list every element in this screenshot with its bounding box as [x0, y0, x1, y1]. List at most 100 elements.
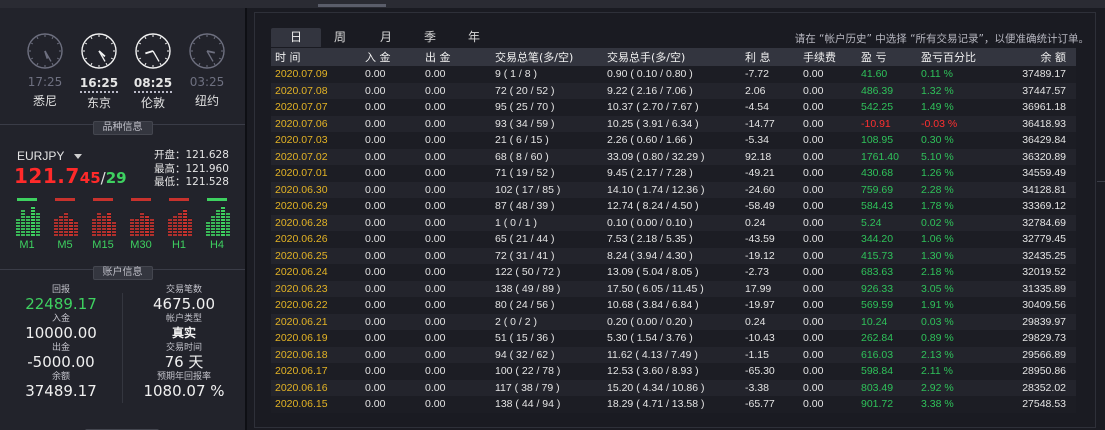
table-cell: 926.33: [857, 280, 917, 297]
table-cell: 12.53 ( 3.60 / 8.93 ): [603, 363, 741, 380]
table-cell: 0.00: [799, 363, 857, 380]
table-cell: 0.00: [421, 297, 491, 314]
top-strip-indicator: [318, 4, 386, 7]
table-cell: 1.06 %: [917, 231, 997, 248]
table-cell: 0.00: [799, 214, 857, 231]
table-cell: 0.00: [361, 66, 421, 83]
signal-marker: [131, 198, 151, 201]
timeframe-label: H4: [209, 239, 225, 251]
table-row[interactable]: 2020.07.06 0.00 0.00 93 ( 34 / 59 ) 10.25 ( …: [271, 115, 1076, 132]
history-table: 时 间入 金出 金交易总笔(多/空) 交易总手(多/空) 利 息手续费盈 亏盈亏百分…: [271, 48, 1076, 413]
table-cell: 2.18 %: [917, 264, 997, 281]
acct-annual-value: 1080.07 %: [143, 382, 225, 400]
table-cell: 2020.06.15: [271, 396, 361, 413]
column-header[interactable]: 交易总笔(多/空): [491, 48, 603, 66]
column-header[interactable]: 利 息: [741, 48, 799, 66]
table-row[interactable]: 2020.06.18 0.00 0.00 94 ( 32 / 62 ) 11.62 ( …: [271, 346, 1076, 363]
table-row[interactable]: 2020.06.29 0.00 0.00 87 ( 48 / 39 ) 12.74 ( …: [271, 198, 1076, 215]
table-cell: 2020.06.16: [271, 379, 361, 396]
table-cell: 0.00: [799, 198, 857, 215]
column-header[interactable]: 时 间: [271, 48, 361, 66]
high-price: 最高：121.960: [154, 162, 229, 175]
table-cell: 569.59: [857, 297, 917, 314]
symbol-selector[interactable]: EURJPY: [17, 149, 83, 163]
table-cell: 3.38 %: [917, 396, 997, 413]
table-row[interactable]: 2020.06.19 0.00 0.00 51 ( 15 / 36 ) 5.30 ( 1…: [271, 330, 1076, 347]
table-cell: 0.00: [361, 231, 421, 248]
table-cell: 0.00: [799, 181, 857, 198]
table-cell: 0.00: [361, 148, 421, 165]
table-cell: 0.00: [421, 313, 491, 330]
table-row[interactable]: 2020.07.01 0.00 0.00 71 ( 19 / 52 ) 9.45 ( 2…: [271, 165, 1076, 182]
table-cell: 0.89 %: [917, 330, 997, 347]
table-row[interactable]: 2020.06.16 0.00 0.00 117 ( 38 / 79 ) 15.20 (…: [271, 379, 1076, 396]
table-cell: 1.78 %: [917, 198, 997, 215]
signal-bar: [173, 216, 177, 236]
tab-4[interactable]: 年: [455, 28, 493, 47]
timeframe-m15[interactable]: M15: [88, 196, 118, 252]
table-cell: 0.00: [361, 99, 421, 116]
price-main: 121.7: [14, 164, 80, 188]
table-cell: 29839.97: [997, 313, 1076, 330]
signal-bars: [14, 196, 40, 236]
table-row[interactable]: 2020.07.07 0.00 0.00 95 ( 25 / 70 ) 10.37 ( …: [271, 99, 1076, 116]
table-row[interactable]: 2020.06.15 0.00 0.00 138 ( 44 / 94 ) 18.29 (…: [271, 396, 1076, 413]
table-cell: 0.00: [421, 231, 491, 248]
table-row[interactable]: 2020.06.17 0.00 0.00 100 ( 22 / 78 ) 12.53 (…: [271, 363, 1076, 380]
timeframe-h1[interactable]: H1: [164, 196, 194, 252]
table-row[interactable]: 2020.06.22 0.00 0.00 80 ( 24 / 56 ) 10.68 ( …: [271, 297, 1076, 314]
table-row[interactable]: 2020.07.09 0.00 0.00 9 ( 1 / 8 ) 0.90 ( 0.10…: [271, 66, 1076, 83]
table-cell: 33369.12: [997, 198, 1076, 215]
column-header[interactable]: 盈亏百分比: [917, 48, 997, 66]
timeframe-m1[interactable]: M1: [12, 196, 42, 252]
table-cell: 1 ( 0 / 1 ): [491, 214, 603, 231]
table-cell: 95 ( 25 / 70 ): [491, 99, 603, 116]
table-row[interactable]: 2020.06.28 0.00 0.00 1 ( 0 / 1 ) 0.10 ( 0.00…: [271, 214, 1076, 231]
column-header[interactable]: 出 金: [421, 48, 491, 66]
acct-type-value: 真实: [171, 326, 196, 340]
tab-1[interactable]: 周: [321, 28, 359, 47]
signal-bar: [36, 212, 40, 236]
signal-bar: [150, 219, 154, 236]
table-row[interactable]: 2020.06.21 0.00 0.00 2 ( 0 / 2 ) 0.20 ( 0.00…: [271, 313, 1076, 330]
timeframe-m5[interactable]: M5: [50, 196, 80, 252]
table-cell: 13.09 ( 5.04 / 8.05 ): [603, 264, 741, 281]
tab-3[interactable]: 季: [411, 28, 449, 47]
table-cell: 683.63: [857, 264, 917, 281]
chevron-down-icon[interactable]: [74, 154, 83, 160]
signal-bar: [211, 215, 215, 236]
table-cell: 0.00: [361, 346, 421, 363]
column-header[interactable]: 盈 亏: [857, 48, 917, 66]
table-cell: 0.00: [421, 396, 491, 413]
table-row[interactable]: 2020.07.03 0.00 0.00 21 ( 6 / 15 ) 2.26 ( 0.…: [271, 132, 1076, 149]
table-cell: 36320.89: [997, 148, 1076, 165]
signal-bar: [188, 218, 192, 236]
table-cell: -65.30: [741, 363, 799, 380]
signal-bars: [166, 196, 192, 236]
table-row[interactable]: 2020.06.24 0.00 0.00 122 ( 50 / 72 ) 13.09 (…: [271, 264, 1076, 281]
tab-0[interactable]: 日: [271, 28, 321, 47]
table-cell: 0.00: [799, 396, 857, 413]
table-cell: 0.00: [799, 165, 857, 182]
column-header[interactable]: 入 金: [361, 48, 421, 66]
table-cell: 94 ( 32 / 62 ): [491, 346, 603, 363]
table-cell: -19.12: [741, 247, 799, 264]
acct-profit: 回报 22489.17: [0, 285, 122, 313]
tab-2[interactable]: 月: [367, 28, 405, 47]
column-header[interactable]: 交易总手(多/空): [603, 48, 741, 66]
table-row[interactable]: 2020.07.02 0.00 0.00 68 ( 8 / 60 ) 33.09 ( 0…: [271, 148, 1076, 165]
timeframe-h4[interactable]: H4: [202, 196, 232, 252]
table-row[interactable]: 2020.06.26 0.00 0.00 65 ( 21 / 44 ) 7.53 ( 2…: [271, 231, 1076, 248]
scrollbar-notch[interactable]: [1097, 181, 1105, 182]
table-row[interactable]: 2020.06.30 0.00 0.00 102 ( 17 / 85 ) 14.10 (…: [271, 181, 1076, 198]
column-header[interactable]: 余 额: [997, 48, 1076, 66]
table-row[interactable]: 2020.06.25 0.00 0.00 72 ( 31 / 41 ) 8.24 ( 3…: [271, 247, 1076, 264]
table-row[interactable]: 2020.07.08 0.00 0.00 72 ( 20 / 52 ) 9.22 ( 2…: [271, 82, 1076, 99]
timeframe-m30[interactable]: M30: [126, 196, 156, 252]
table-cell: 0.00: [361, 82, 421, 99]
table-cell: 36961.18: [997, 99, 1076, 116]
table-cell: 0.00: [799, 231, 857, 248]
table-cell: 21 ( 6 / 15 ): [491, 132, 603, 149]
table-row[interactable]: 2020.06.23 0.00 0.00 138 ( 49 / 89 ) 17.50 (…: [271, 280, 1076, 297]
column-header[interactable]: 手续费: [799, 48, 857, 66]
